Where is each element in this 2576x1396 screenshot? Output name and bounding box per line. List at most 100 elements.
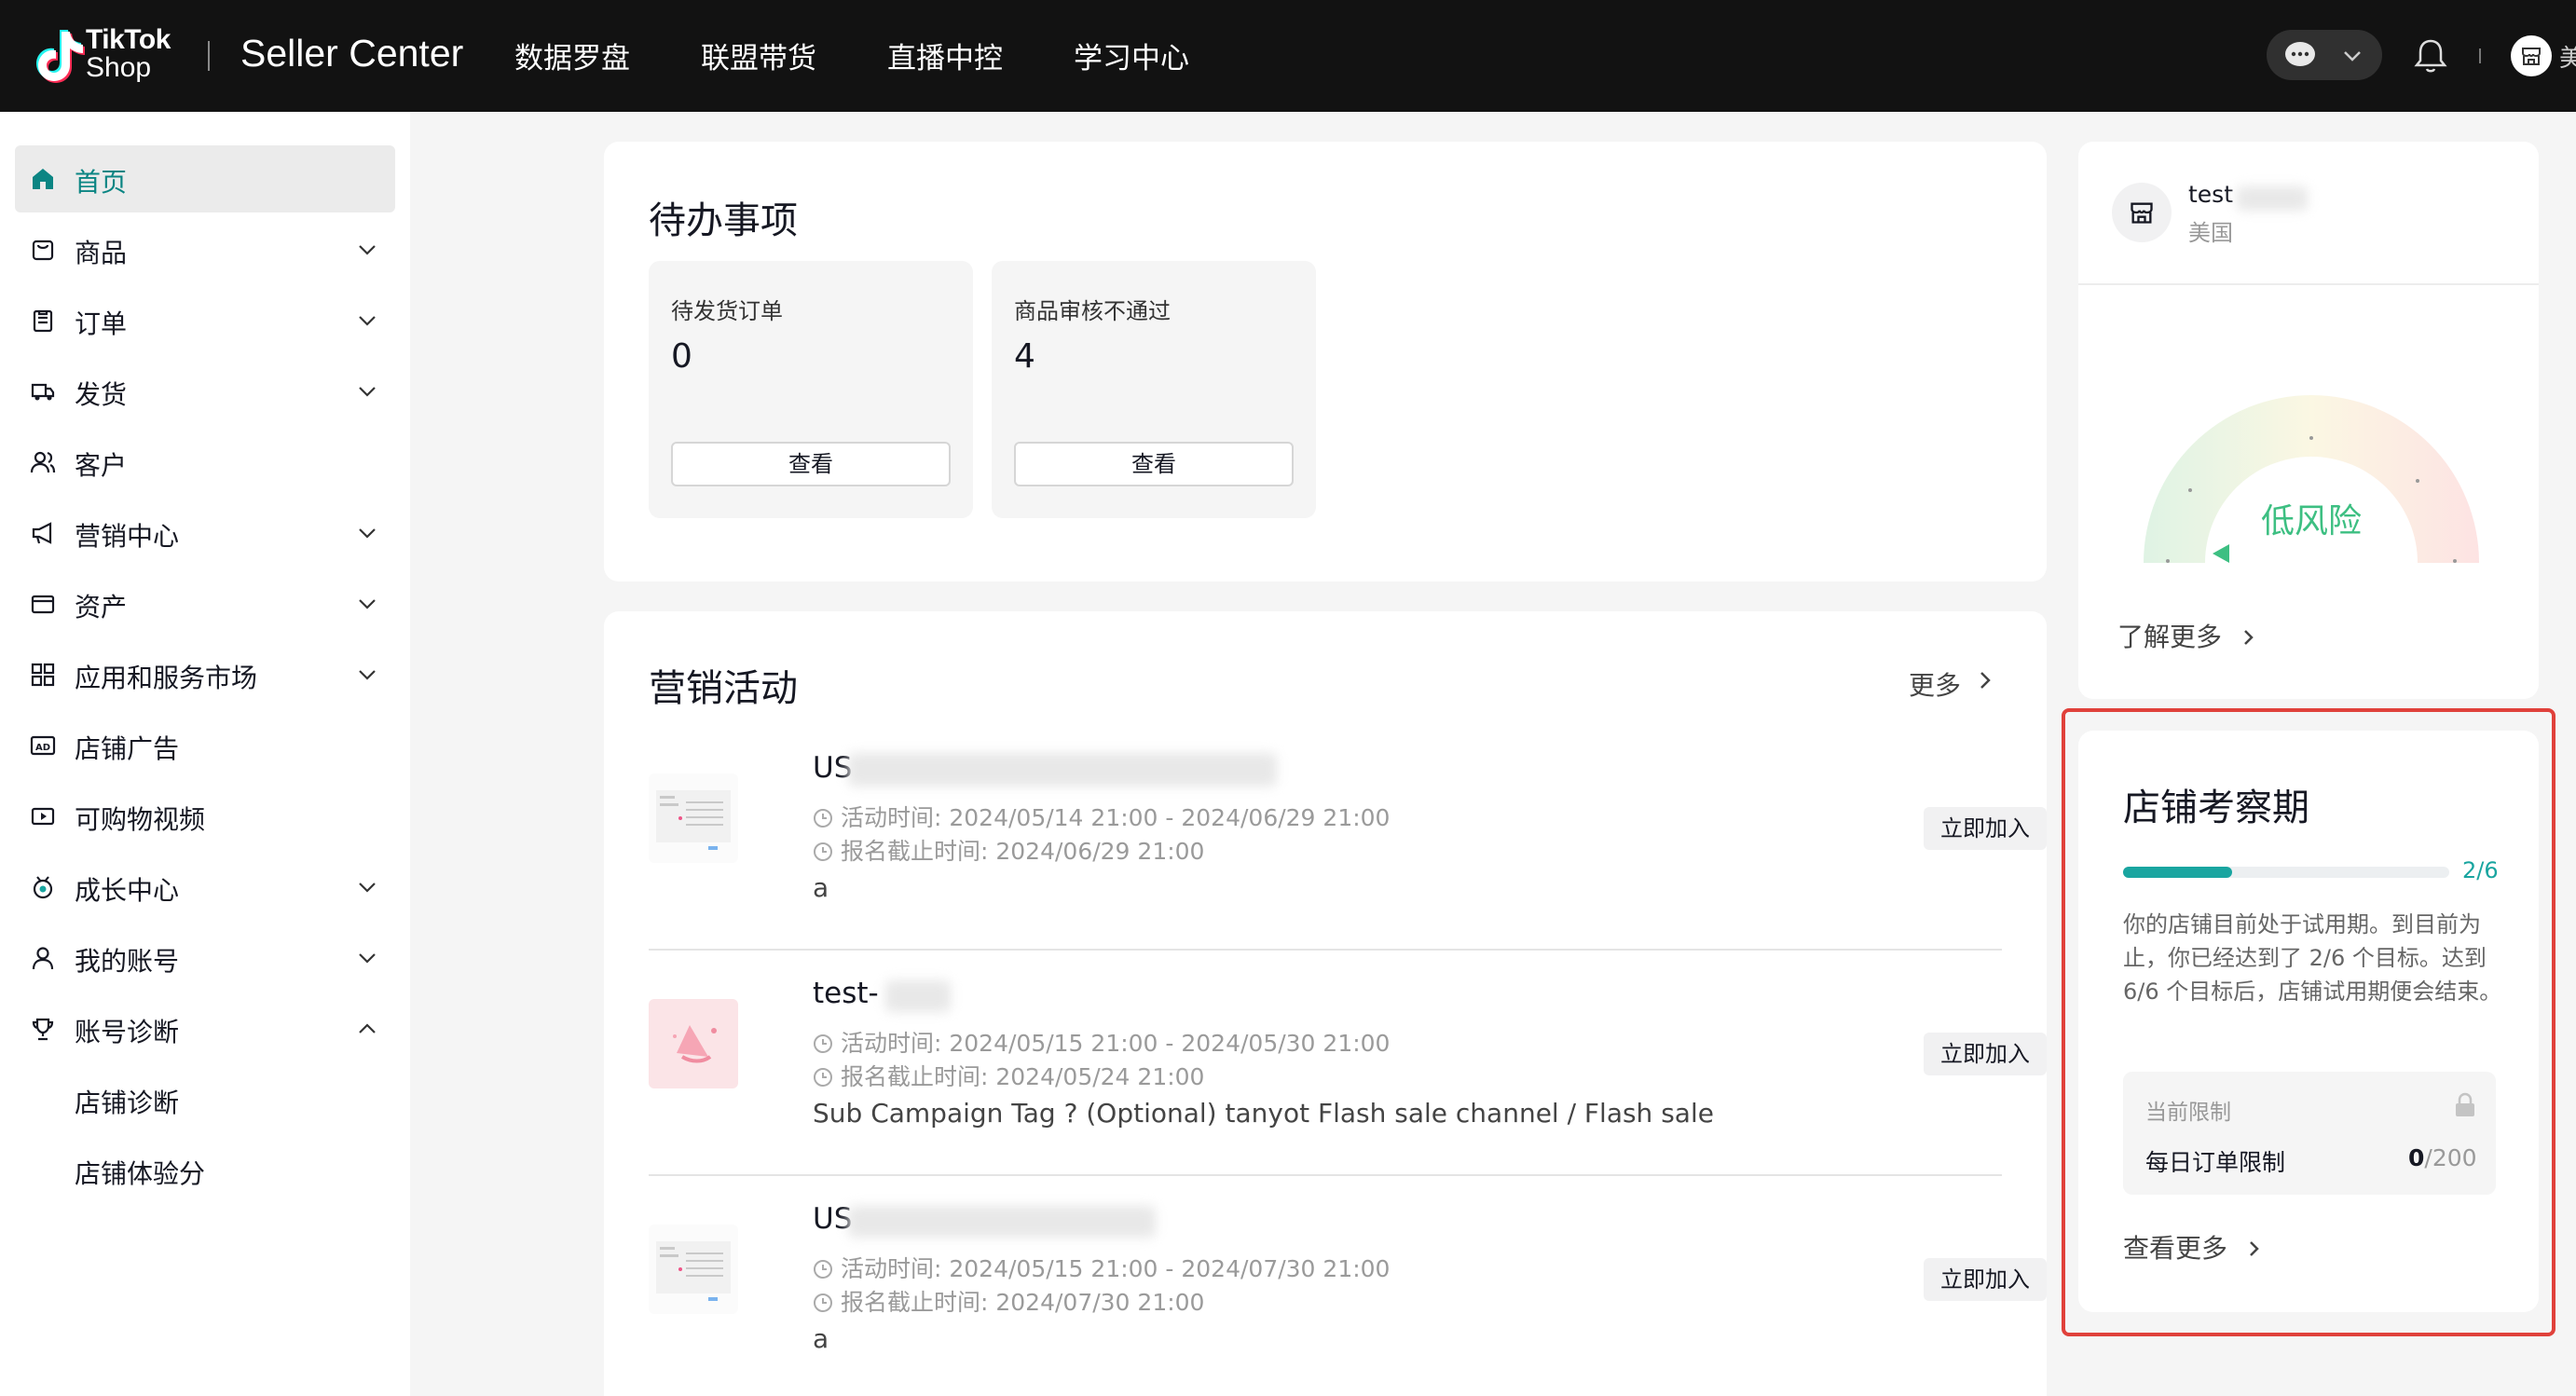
sidebar-item-customers[interactable]: 客户 [15, 429, 395, 496]
tiktok-shop-wordmark[interactable]: TikTok Shop [86, 26, 171, 82]
megaphone-icon [32, 522, 52, 544]
store-avatar[interactable] [2511, 35, 2552, 76]
activity-time: 活动时间: 2024/05/15 21:00 - 2024/07/30 21:0… [841, 1255, 1391, 1282]
chevron-down-icon [359, 883, 376, 893]
sidebar-item-growth-center[interactable]: 成长中心 [15, 854, 395, 921]
chevron-down-icon [2344, 51, 2361, 62]
divider [649, 949, 2002, 951]
product-icon [32, 240, 54, 261]
language-label[interactable]: 美 [2559, 39, 2576, 74]
sidebar-item-assets[interactable]: 资产 [15, 570, 395, 637]
chevron-down-icon [359, 599, 376, 609]
svg-text:AD: AD [35, 743, 50, 753]
sidebar-item-orders[interactable]: 订单 [15, 287, 395, 354]
sidebar-item-apps-market[interactable]: 应用和服务市场 [15, 641, 395, 708]
order-icon [33, 309, 53, 333]
medal-icon [33, 876, 53, 899]
logo-line2: Shop [86, 52, 152, 83]
store-icon [2131, 202, 2153, 224]
clock-icon [814, 1293, 832, 1312]
activity-name: US [813, 751, 853, 785]
store-avatar[interactable] [2112, 183, 2172, 242]
learn-more-label: 了解更多 [2117, 622, 2223, 652]
home-icon [33, 169, 53, 189]
sidebar-item-my-account[interactable]: 我的账号 [15, 924, 395, 992]
activity-time: 活动时间: 2024/05/15 21:00 - 2024/05/30 21:0… [841, 1030, 1391, 1057]
sidebar-item-label: 可购物视频 [75, 804, 206, 835]
view-pending-shipment-button[interactable]: 查看 [671, 442, 951, 486]
sidebar-item-shoppable-video[interactable]: 可购物视频 [15, 783, 395, 850]
activity-deadline: 报名截止时间: 2024/05/24 21:00 [841, 1063, 1205, 1090]
customer-icon [30, 451, 56, 473]
learn-more-link[interactable]: 了解更多 [2117, 617, 2258, 654]
store-health-card: test 美国 低风险 了解更多 [2078, 142, 2539, 699]
view-rejected-products-button[interactable]: 查看 [1014, 442, 1294, 486]
sidebar-item-label: 客户 [75, 450, 128, 481]
clock-icon [814, 1068, 832, 1087]
activity-thumbnail [649, 1225, 738, 1314]
todo-card: 待办事项 待发货订单 0 查看 商品审核不通过 4 查看 [604, 142, 2047, 582]
clock-icon [814, 1034, 832, 1053]
bell-icon[interactable] [2414, 37, 2447, 75]
sidebar-subitem-store-diagnosis[interactable]: 店铺诊断 [75, 1083, 179, 1120]
chevron-down-icon [359, 245, 376, 255]
activity-item[interactable]: test- 活动时间: 2024/05/15 21:00 - 2024/05/3… [649, 977, 2047, 1191]
activity-name: US [813, 1202, 853, 1236]
activity-time-row: 活动时间: 2024/05/15 21:00 - 2024/07/30 21:0… [813, 1251, 1390, 1284]
sidebar-item-label: 资产 [75, 592, 128, 623]
divider [649, 1174, 2002, 1176]
top-bar: TikTok Shop Seller Center 数据罗盘 联盟带货 直播中控… [0, 0, 2576, 112]
chat-bubble-icon [2285, 42, 2315, 66]
sidebar-item-products[interactable]: 商品 [15, 216, 395, 283]
tiktok-logo-icon[interactable] [28, 26, 89, 88]
clock-icon [814, 842, 832, 861]
sidebar-subitem-store-experience-score[interactable]: 店铺体验分 [75, 1154, 205, 1191]
activity-time-row: 活动时间: 2024/05/14 21:00 - 2024/06/29 21:0… [813, 800, 1390, 833]
seller-center-title: Seller Center [240, 32, 464, 75]
marketing-activities-card: 营销活动 更多 US 活动时间: 2024/05/14 21:00 - 2024… [604, 611, 2047, 1396]
nav-learning-center[interactable]: 学习中心 [1074, 34, 1189, 76]
sidebar-item-home[interactable]: 首页 [15, 145, 395, 212]
highlight-frame [2062, 708, 2555, 1336]
join-now-button[interactable]: 立即加入 [1924, 1258, 2047, 1301]
sidebar-item-store-ads[interactable]: AD 店铺广告 [15, 712, 395, 779]
video-icon [31, 807, 55, 826]
activity-deadline-row: 报名截止时间: 2024/07/30 21:00 [813, 1284, 1204, 1318]
activity-description: Sub Campaign Tag ? (Optional) tanyot Fla… [813, 1098, 1714, 1129]
nav-live-control[interactable]: 直播中控 [887, 34, 1003, 76]
wallet-icon [31, 595, 55, 614]
nav-data-compass[interactable]: 数据罗盘 [514, 34, 630, 76]
risk-level-label: 低风险 [2261, 502, 2363, 541]
sidebar-item-shipping[interactable]: 发货 [15, 358, 395, 425]
user-icon [32, 947, 54, 970]
sidebar-item-marketing[interactable]: 营销中心 [15, 500, 395, 567]
activity-deadline: 报名截止时间: 2024/07/30 21:00 [841, 1289, 1205, 1316]
join-now-button[interactable]: 立即加入 [1924, 807, 2047, 850]
sidebar-item-label: 商品 [75, 238, 128, 268]
activity-time-row: 活动时间: 2024/05/15 21:00 - 2024/05/30 21:0… [813, 1025, 1390, 1059]
sidebar-item-account-diagnosis[interactable]: 账号诊断 [15, 995, 395, 1062]
nav-affiliate[interactable]: 联盟带货 [701, 34, 816, 76]
todo-title: 待办事项 [649, 199, 798, 242]
marketing-more-link[interactable]: 更多 [1909, 665, 1961, 703]
join-now-button[interactable]: 立即加入 [1924, 1033, 2047, 1075]
chevron-down-icon [359, 316, 376, 326]
store-icon [2522, 48, 2541, 65]
sidebar-item-label: 订单 [75, 308, 128, 339]
logo-line1: TikTok [86, 24, 171, 55]
chevron-down-icon [359, 953, 376, 964]
sidebar: 首页 商品 订单 发货 客户 营销中心 资产 应用和服务市场 AD 店铺广告 可… [0, 112, 410, 1396]
apps-icon [31, 663, 55, 687]
chevron-down-icon [359, 528, 376, 539]
activity-item[interactable]: US 活动时间: 2024/05/14 21:00 - 2024/06/29 2… [649, 751, 2047, 965]
chevron-right-icon[interactable] [1974, 667, 1996, 693]
sidebar-item-label: 成长中心 [75, 875, 180, 906]
store-name: test [2188, 181, 2234, 208]
activity-description: a [813, 1323, 829, 1354]
activity-item[interactable]: US 活动时间: 2024/05/15 21:00 - 2024/07/30 2… [649, 1202, 2047, 1396]
todo-count: 0 [671, 337, 692, 376]
chat-dropdown[interactable] [2267, 30, 2382, 80]
sidebar-item-label: 营销中心 [75, 521, 180, 552]
clock-icon [814, 1260, 832, 1279]
chevron-right-icon [2244, 630, 2254, 645]
